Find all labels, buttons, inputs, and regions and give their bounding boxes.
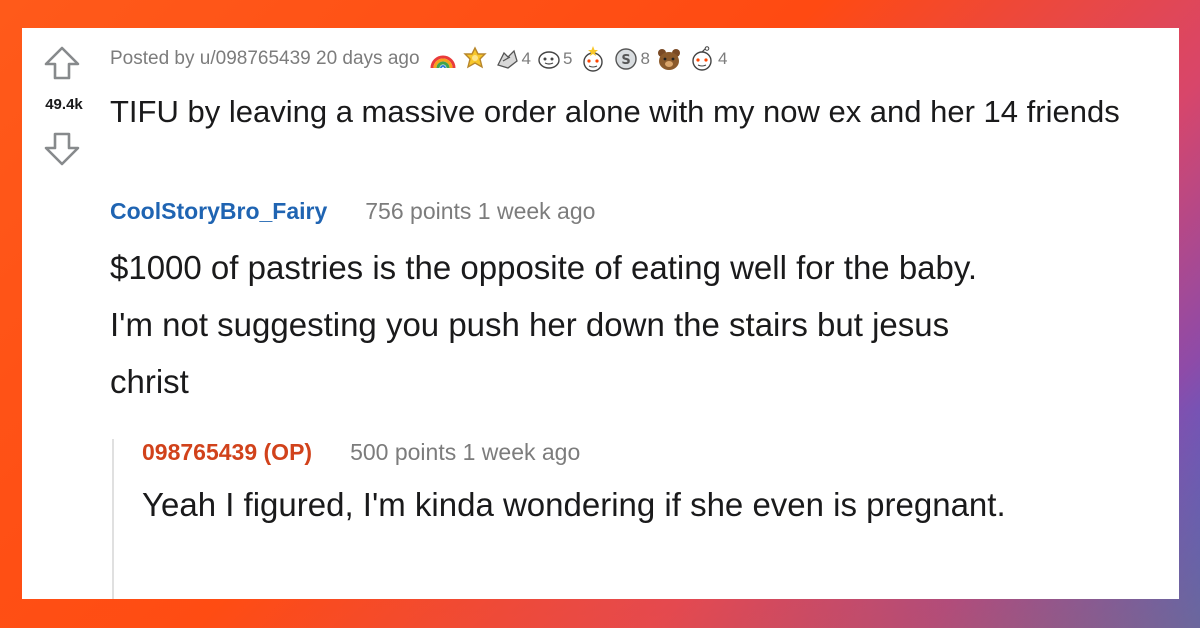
bear-award-icon[interactable] [656,46,682,72]
comment-body: Yeah I figured, I'm kinda wondering if s… [142,486,1006,523]
comment-username[interactable]: CoolStoryBro_Fairy [110,198,327,225]
hands-award-icon[interactable]: 4 [494,47,531,71]
comment-header: 098765439 (OP) 500 points 1 week ago [142,439,1142,466]
post-card: 49.4k Posted by u/098765439 20 days ago [22,28,1179,599]
comment-meta: 756 points 1 week ago [365,198,596,224]
upvote-arrow-icon[interactable] [42,44,82,84]
post-title[interactable]: TIFU by leaving a massive order alone wi… [110,90,1170,134]
silver-award-icon[interactable]: S 8 [614,47,650,71]
posted-by-text[interactable]: Posted by u/098765439 20 days ago [110,48,420,70]
vote-column: 49.4k [22,28,106,208]
snoo-award-icon[interactable]: 4 [688,46,727,72]
comment: CoolStoryBro_Fairy 756 points 1 week ago… [110,198,1150,410]
reply-comment: 098765439 (OP) 500 points 1 week ago Yea… [142,439,1142,534]
face-award-icon[interactable]: 5 [537,48,572,70]
rainbow-award-icon[interactable] [430,48,456,70]
awards-row[interactable]: 4 5 S 8 4 [430,45,727,73]
vote-score: 49.4k [45,96,83,113]
comment-body: $1000 of pastries is the opposite of eat… [110,249,978,400]
downvote-arrow-icon[interactable] [42,128,82,168]
gold-badge-award-icon[interactable] [462,46,488,72]
comment-meta: 500 points 1 week ago [350,439,581,465]
reply-thread-line[interactable]: 098765439 (OP) 500 points 1 week ago Yea… [112,439,1154,599]
svg-text:S: S [622,53,631,68]
comment-username-op[interactable]: 098765439 (OP) [142,439,312,466]
snoo-star-award-icon[interactable] [578,45,608,73]
comment-header: CoolStoryBro_Fairy 756 points 1 week ago [110,198,1150,225]
post-meta: Posted by u/098765439 20 days ago 4 5 S … [110,44,727,74]
